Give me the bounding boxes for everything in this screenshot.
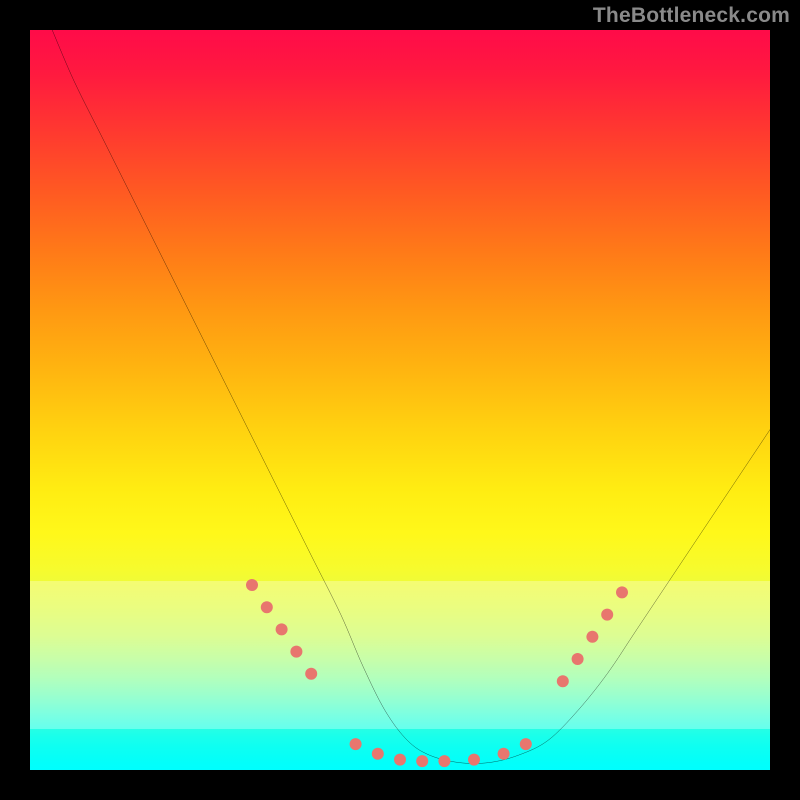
marker-dot [601,609,613,621]
marker-dots [246,579,628,767]
marker-dot [498,748,510,760]
marker-dot [372,748,384,760]
marker-dot [416,755,428,767]
marker-dot [290,646,302,658]
marker-dot [438,755,450,767]
marker-dot [305,668,317,680]
bottleneck-curve [52,30,770,764]
chart-canvas: TheBottleneck.com [0,0,800,800]
marker-dot [586,631,598,643]
marker-dot [557,675,569,687]
marker-dot [350,738,362,750]
plot-area [30,30,770,770]
marker-dot [261,601,273,613]
curve-layer [30,30,770,770]
marker-dot [616,586,628,598]
marker-dot [572,653,584,665]
marker-dot [246,579,258,591]
marker-dot [520,738,532,750]
marker-dot [276,623,288,635]
marker-dot [468,754,480,766]
marker-dot [394,754,406,766]
watermark-text: TheBottleneck.com [593,4,790,28]
